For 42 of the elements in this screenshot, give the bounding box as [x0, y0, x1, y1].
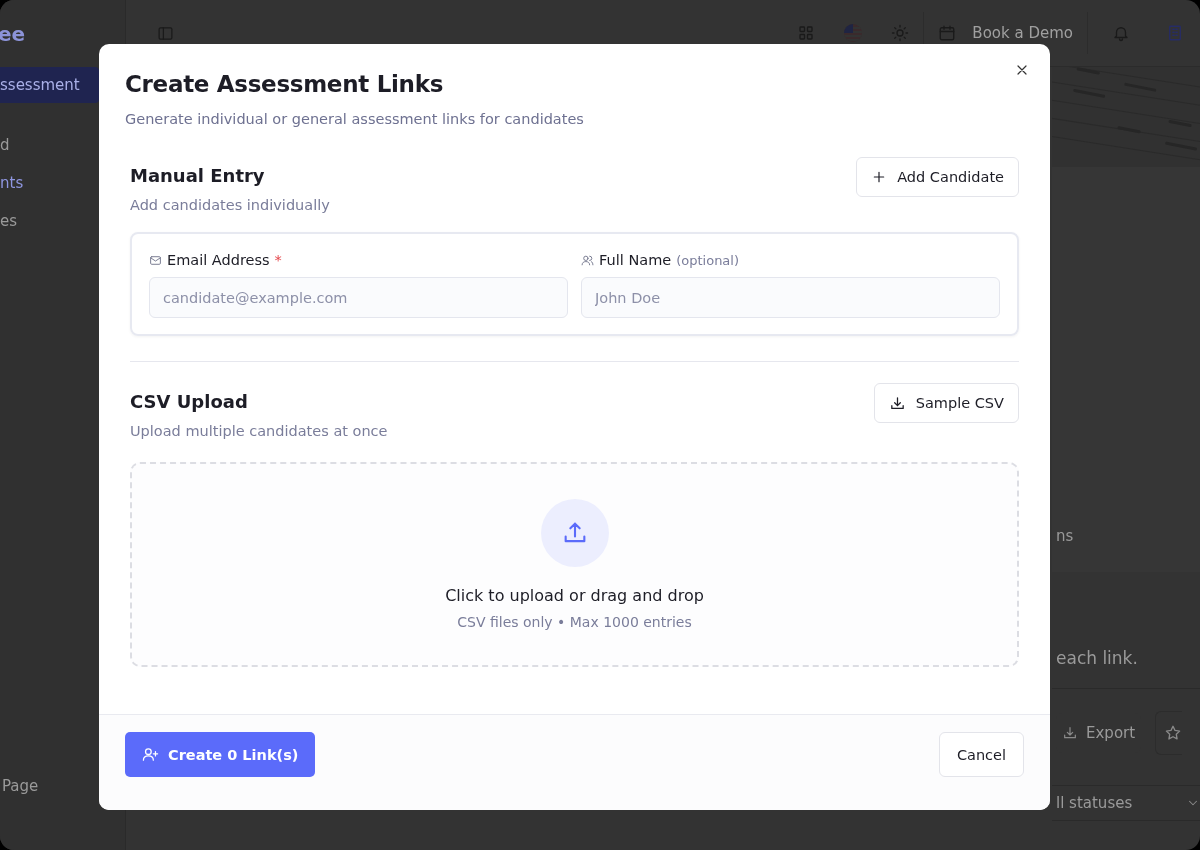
description-text: each link.: [1052, 648, 1200, 689]
flag-icon[interactable]: [844, 24, 863, 42]
sample-csv-button[interactable]: Sample CSV: [873, 383, 1019, 423]
sidebar-toggle-icon[interactable]: [157, 24, 174, 42]
dialog-title: Create Assessment Links: [125, 71, 445, 97]
add-candidate-button[interactable]: Add Candidate: [856, 157, 1019, 197]
section-description: Upload multiple candidates at once: [130, 423, 388, 439]
favorite-button[interactable]: [1155, 711, 1183, 755]
download-icon: [888, 394, 906, 412]
required-mark: *: [274, 252, 282, 268]
sidebar-item[interactable]: nts: [0, 164, 24, 202]
grid-icon[interactable]: [797, 24, 816, 42]
section-description: Add candidates individually: [130, 197, 330, 213]
dialog-subtitle: Generate individual or general assessment links for candidates: [125, 111, 585, 127]
cancel-button[interactable]: Cancel: [938, 732, 1024, 777]
users-icon: [581, 253, 594, 267]
field-label: Email Address: [167, 252, 270, 268]
sidebar-item[interactable]: d: [0, 126, 24, 164]
field-label: Full Name: [599, 252, 672, 268]
building-icon[interactable]: [1166, 24, 1184, 42]
sidebar-item[interactable]: es: [0, 202, 24, 240]
name-field[interactable]: John Doe: [581, 277, 1000, 318]
card-text: ns: [1056, 527, 1074, 545]
upload-dropzone[interactable]: Click to upload or drag and drop CSV files only • Max 1000 entries: [130, 462, 1019, 667]
optional-hint: (optional): [676, 252, 740, 268]
book-demo-button[interactable]: Book a Demo: [938, 24, 1073, 42]
section-title: CSV Upload: [130, 391, 249, 412]
status-filter[interactable]: ll statuses: [1052, 786, 1200, 821]
dropzone-hint: CSV files only • Max 1000 entries: [457, 614, 692, 630]
mail-icon: [149, 253, 162, 267]
download-icon: [1062, 725, 1078, 741]
sidebar-action-button[interactable]: ssessment: [0, 67, 99, 103]
star-icon: [1164, 724, 1183, 742]
calendar-icon: [938, 24, 957, 42]
user-plus-icon: [142, 746, 159, 763]
sidebar-item[interactable]: Page: [0, 777, 39, 795]
dropzone-text: Click to upload or drag and drop: [445, 586, 704, 605]
sun-icon[interactable]: [891, 24, 910, 42]
create-links-button[interactable]: Create 0 Link(s): [125, 732, 316, 777]
email-field[interactable]: candidate@example.com: [149, 277, 568, 318]
section-title: Manual Entry: [130, 165, 266, 186]
bell-icon[interactable]: [1112, 24, 1130, 42]
